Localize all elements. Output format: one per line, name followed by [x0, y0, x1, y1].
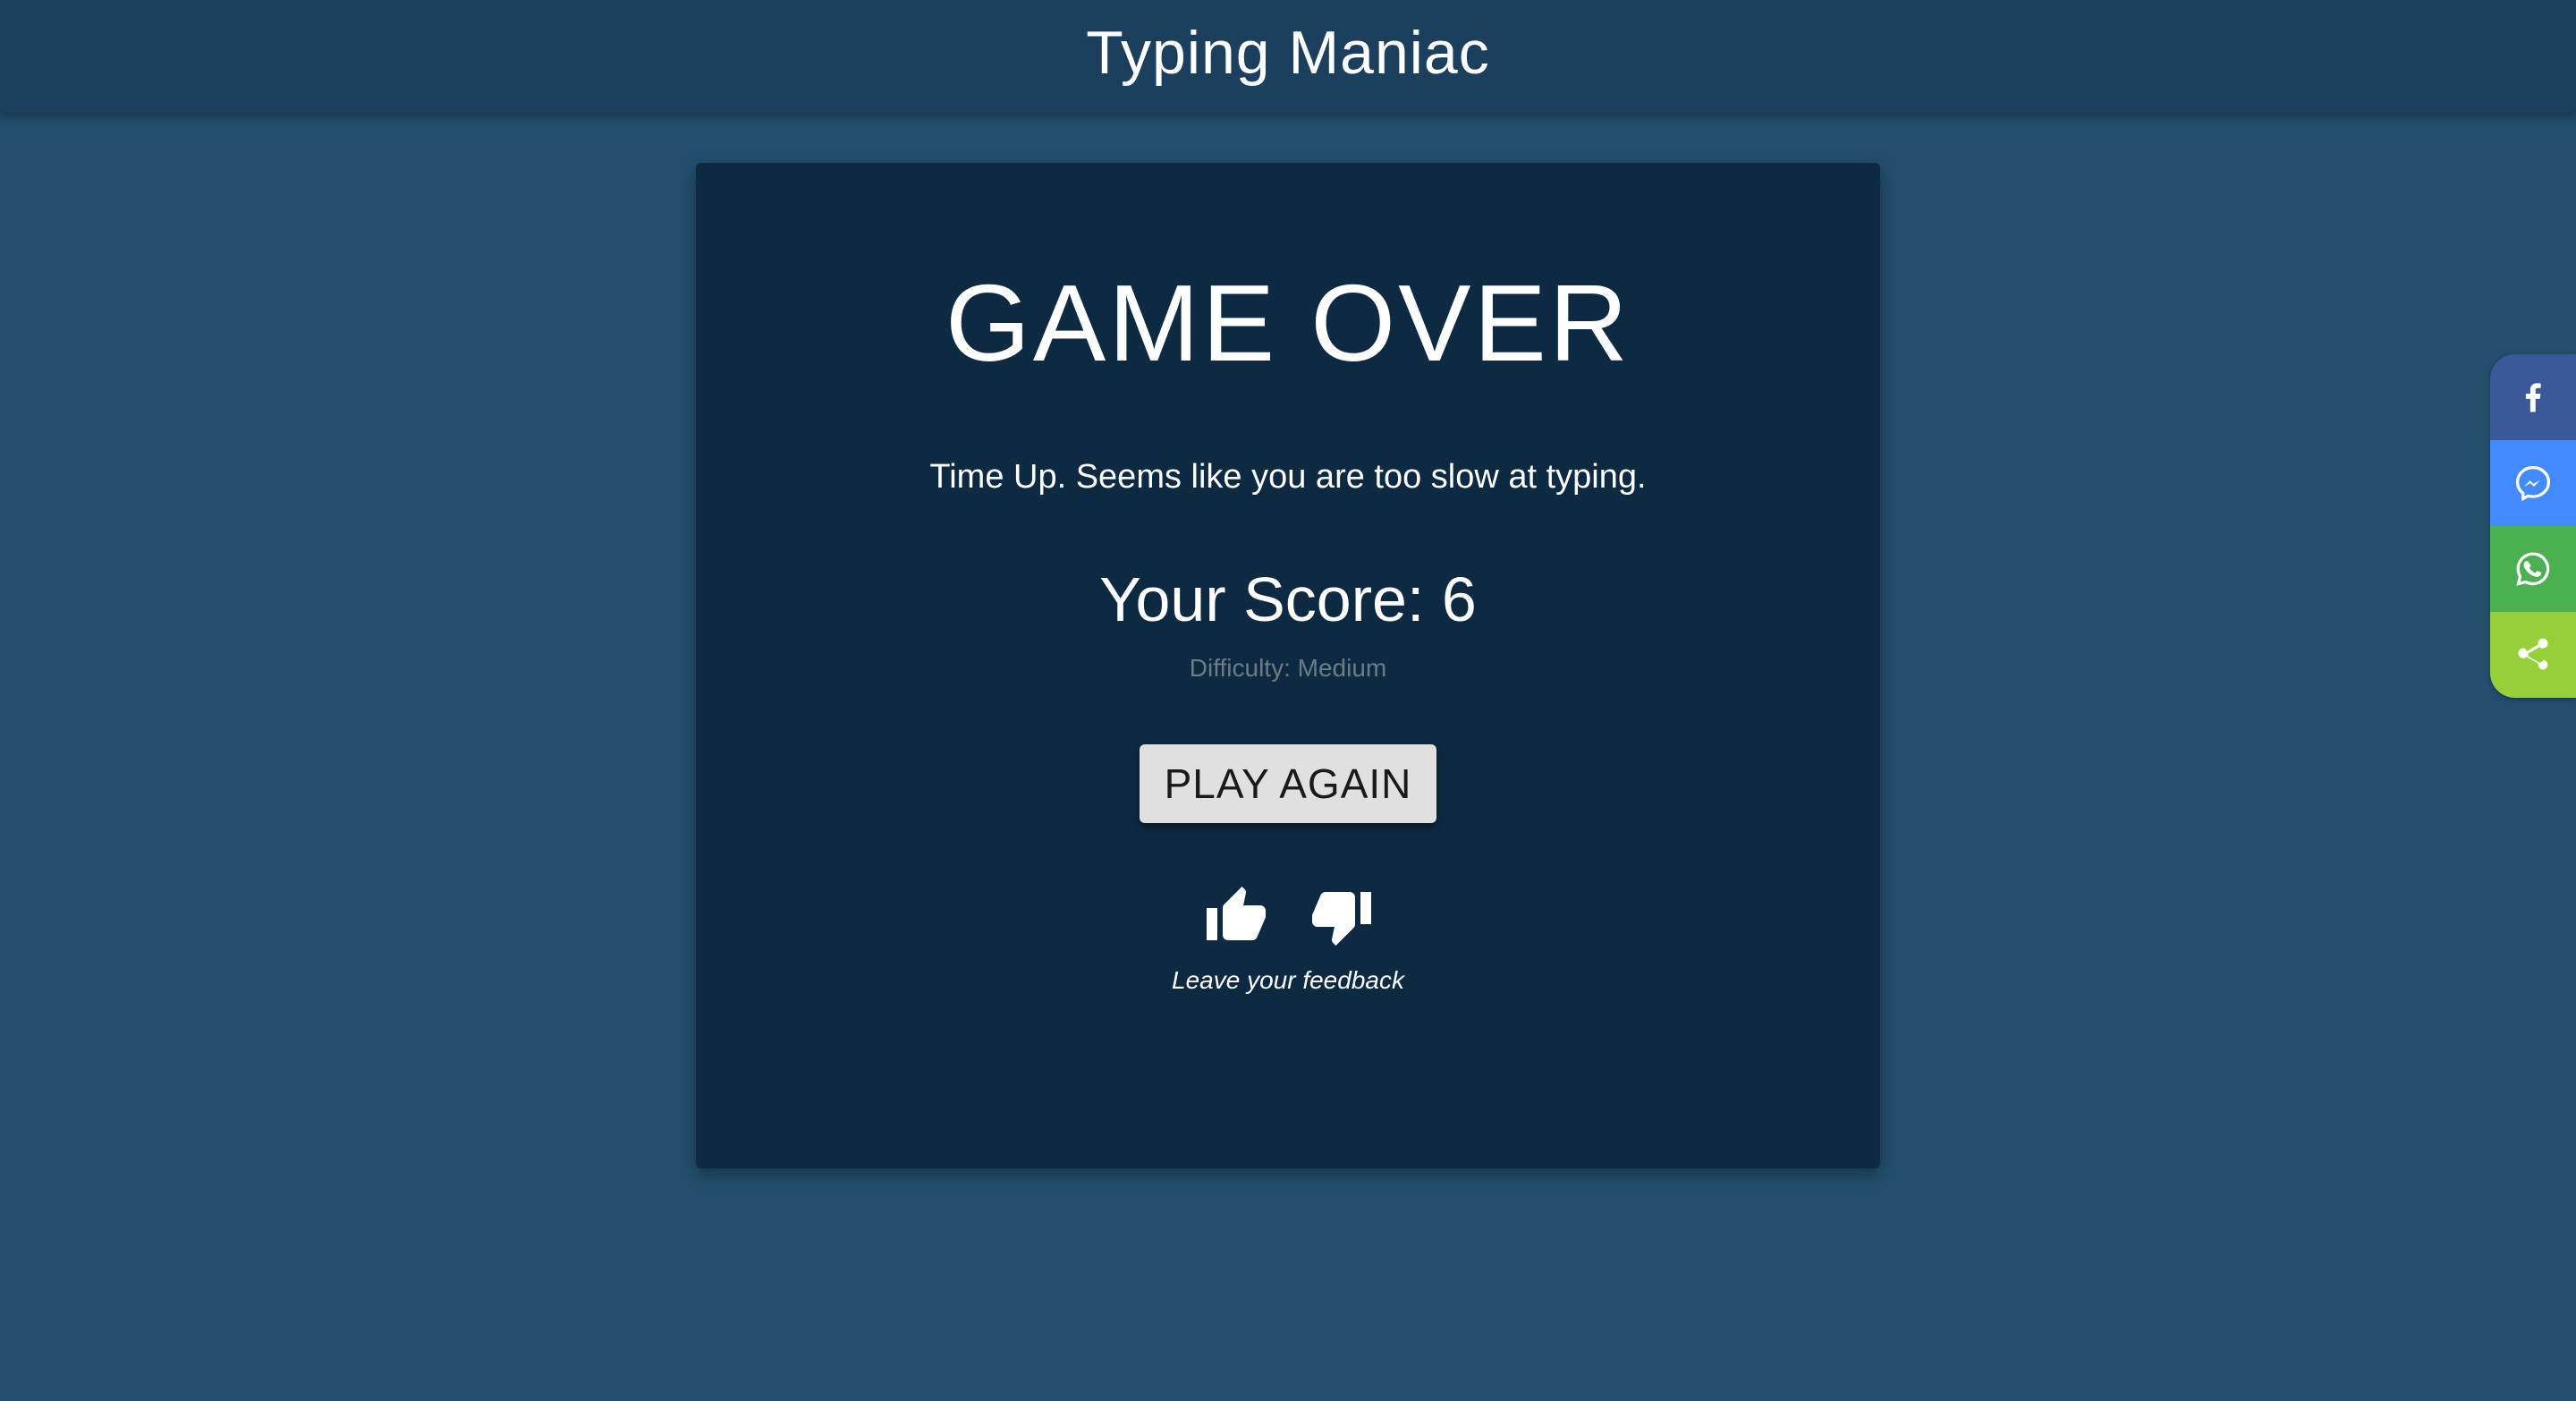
play-again-button[interactable]: PLAY AGAIN — [1140, 744, 1436, 823]
thumbs-down-icon[interactable] — [1309, 884, 1374, 948]
game-over-message: Time Up. Seems like you are too slow at … — [929, 458, 1647, 496]
top-bar: Typing Maniac — [0, 0, 2576, 113]
whatsapp-share-button[interactable] — [2490, 526, 2576, 612]
social-share-bar — [2490, 354, 2576, 698]
share-icon — [2518, 638, 2548, 670]
game-over-card: GAME OVER Time Up. Seems like you are to… — [696, 163, 1880, 1168]
game-over-heading: GAME OVER — [945, 262, 1631, 384]
difficulty-label: Difficulty: Medium — [1189, 654, 1387, 682]
general-share-button[interactable] — [2490, 612, 2576, 698]
messenger-share-button[interactable] — [2490, 440, 2576, 526]
facebook-share-button[interactable] — [2490, 354, 2576, 440]
app-title: Typing Maniac — [1086, 19, 1490, 87]
thumbs-up-icon[interactable] — [1204, 884, 1268, 948]
facebook-icon — [2525, 383, 2541, 412]
messenger-icon — [2515, 465, 2551, 502]
whatsapp-icon — [2516, 552, 2550, 586]
feedback-label: Leave your feedback — [1172, 966, 1404, 994]
score-display: Your Score: 6 — [1099, 565, 1477, 634]
